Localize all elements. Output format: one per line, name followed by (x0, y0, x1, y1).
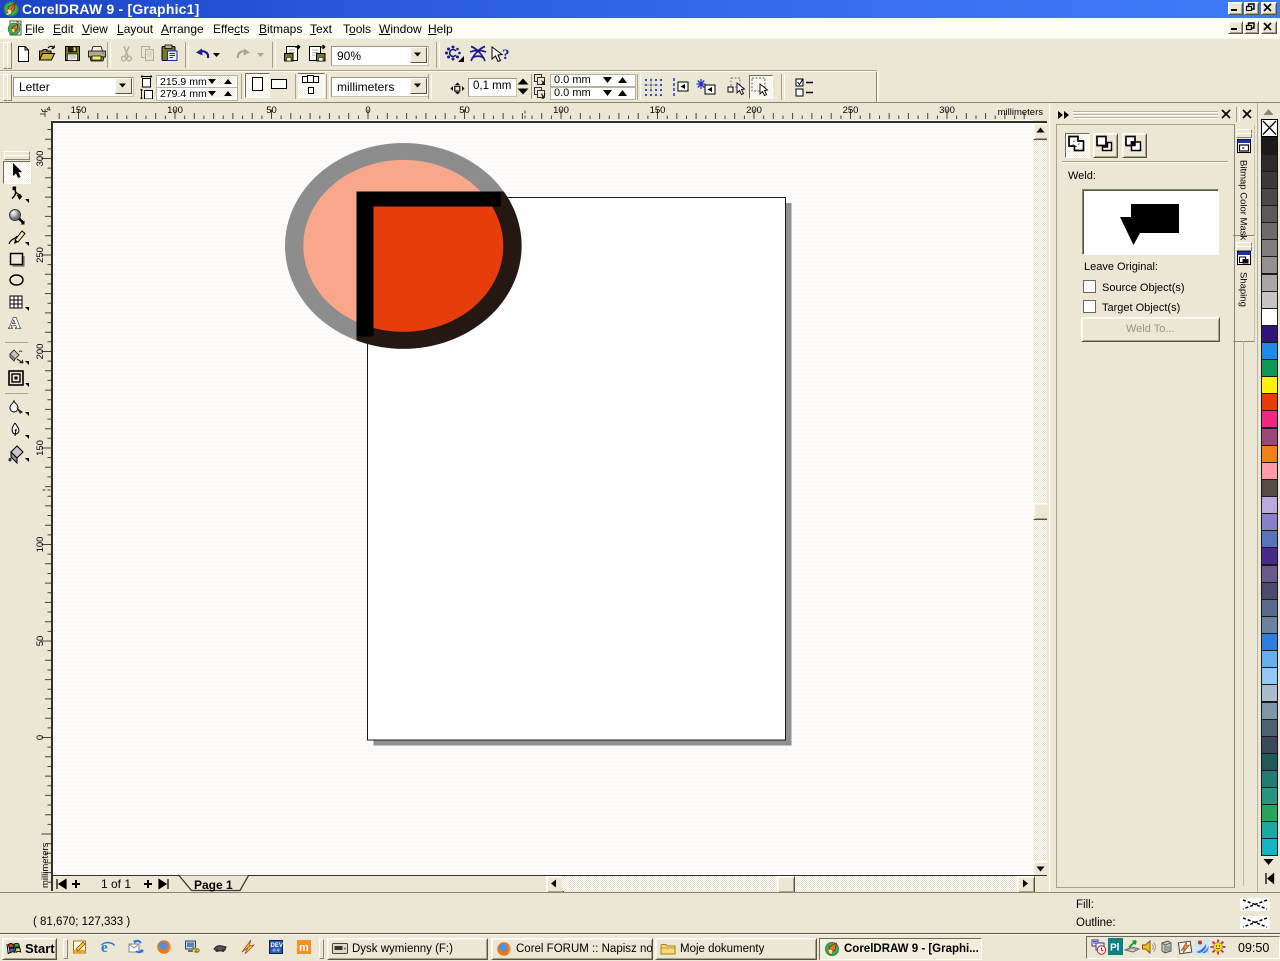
svg-text:x: x (541, 78, 546, 86)
svg-text:Pl: Pl (1110, 943, 1120, 954)
svg-text:100: 100 (553, 105, 569, 116)
svg-text:50: 50 (35, 636, 46, 647)
svg-text:millimeters: millimeters (40, 842, 51, 888)
svg-text:250: 250 (843, 105, 859, 116)
svg-text:100: 100 (167, 105, 183, 116)
svg-text:300: 300 (939, 105, 955, 116)
svg-text:++: ++ (272, 948, 280, 955)
svg-text:150: 150 (71, 105, 87, 116)
svg-text:millimeters: millimeters (998, 107, 1044, 118)
svg-text:50: 50 (266, 105, 277, 116)
svg-text:200: 200 (35, 344, 46, 360)
svg-text:150: 150 (650, 105, 666, 116)
svg-text:m: m (299, 942, 309, 954)
svg-text:?: ? (502, 47, 510, 63)
svg-text:250: 250 (35, 247, 46, 263)
svg-text:50: 50 (459, 105, 470, 116)
svg-text:200: 200 (746, 105, 762, 116)
svg-text:A: A (9, 314, 22, 333)
svg-text:300: 300 (35, 151, 46, 167)
svg-text:100: 100 (35, 537, 46, 553)
svg-text:150: 150 (35, 440, 46, 456)
svg-text:0: 0 (35, 735, 46, 740)
svg-text:0: 0 (365, 105, 370, 116)
svg-text:y: y (541, 91, 546, 99)
